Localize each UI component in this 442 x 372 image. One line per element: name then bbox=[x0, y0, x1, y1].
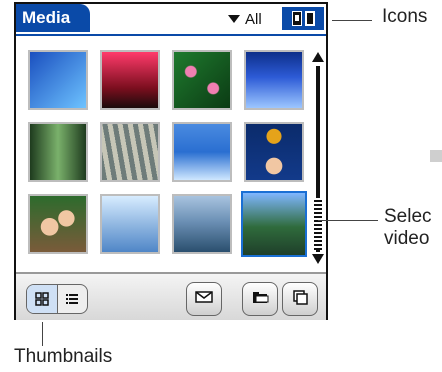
thumb-tree-bark[interactable] bbox=[100, 122, 160, 182]
thumb-lake[interactable] bbox=[172, 194, 232, 254]
thumb-ball[interactable] bbox=[244, 122, 304, 182]
folder-icon bbox=[250, 289, 270, 310]
list-icon[interactable] bbox=[58, 285, 88, 313]
callout-selected-label-line1: Selec bbox=[384, 206, 432, 227]
copy-icon bbox=[290, 289, 310, 310]
thumb-lilypads[interactable] bbox=[172, 50, 232, 110]
thumb-blue-abstract[interactable] bbox=[28, 50, 88, 110]
thumbnail-view-icon[interactable] bbox=[291, 11, 302, 26]
scroll-down-button[interactable] bbox=[312, 254, 324, 264]
bottom-bar bbox=[16, 272, 326, 320]
view-icons bbox=[282, 7, 324, 30]
thumbnail-grid-icon[interactable] bbox=[27, 285, 58, 313]
top-bar: Media All bbox=[16, 4, 326, 36]
scrollbar-thumb[interactable] bbox=[314, 198, 322, 250]
list-view-icon[interactable] bbox=[304, 11, 315, 26]
thumb-forest[interactable] bbox=[28, 122, 88, 182]
gray-square-mark bbox=[430, 150, 442, 162]
filter-dropdown[interactable]: All bbox=[228, 8, 262, 30]
media-app-window: Media All bbox=[14, 2, 328, 320]
callout-line-thumbnails bbox=[42, 322, 43, 346]
mail-button[interactable] bbox=[186, 282, 222, 316]
thumb-people[interactable] bbox=[28, 194, 88, 254]
mail-icon bbox=[194, 289, 214, 310]
copy-button[interactable] bbox=[282, 282, 318, 316]
triangle-down-icon bbox=[228, 15, 240, 23]
thumb-beach[interactable] bbox=[172, 122, 232, 182]
filter-label: All bbox=[245, 10, 262, 28]
app-title-tab: Media bbox=[16, 4, 90, 32]
thumb-sea-horizon[interactable] bbox=[100, 194, 160, 254]
scroll-up-button[interactable] bbox=[312, 52, 324, 62]
callout-thumbnails-label: Thumbnails bbox=[14, 346, 113, 367]
callout-line-icons bbox=[332, 20, 372, 21]
thumb-sunset[interactable] bbox=[100, 50, 160, 110]
callout-icons-label: Icons bbox=[382, 6, 428, 27]
thumb-ice[interactable] bbox=[244, 50, 304, 110]
view-toggle[interactable] bbox=[26, 284, 88, 314]
app-title: Media bbox=[22, 8, 71, 27]
folder-button[interactable] bbox=[242, 282, 278, 316]
callout-line-selected-video bbox=[318, 220, 378, 221]
callout-selected-label-line2: video bbox=[384, 228, 430, 249]
thumb-hills-video[interactable] bbox=[241, 191, 307, 257]
